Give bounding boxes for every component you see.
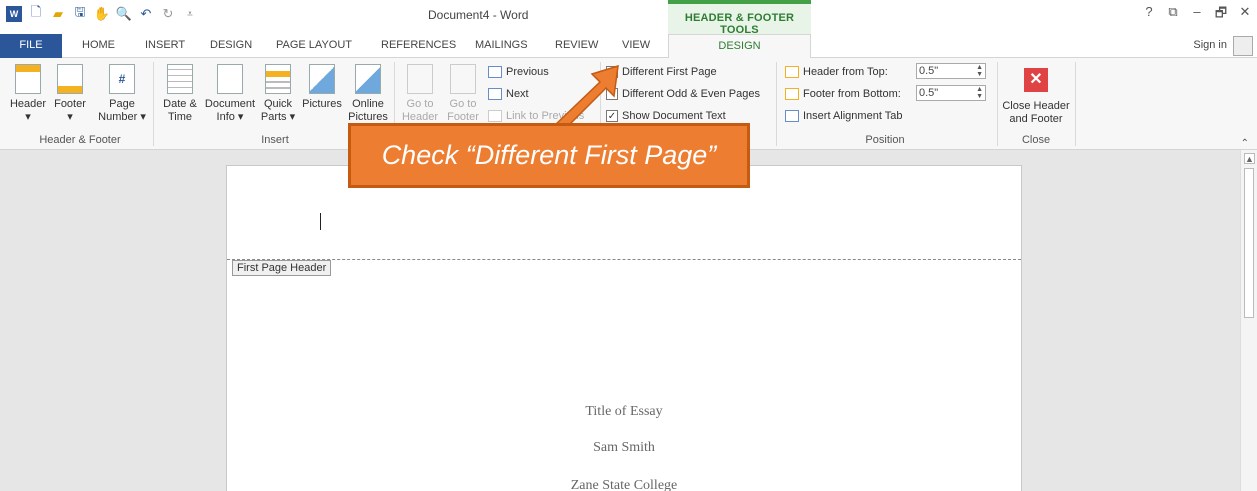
document-title: Document4 - Word	[428, 8, 529, 22]
pictures-button[interactable]: Pictures	[299, 64, 345, 111]
undo-icon[interactable]: ↶	[138, 6, 154, 22]
save-icon[interactable]: 🖫	[72, 4, 88, 22]
link-icon	[488, 110, 502, 122]
separator	[997, 62, 998, 146]
quick-access-toolbar: W 🗋 ▰ 🖫 ✋ 🔍 ↶ ↻ ⩡	[6, 4, 198, 22]
touch-mode-icon[interactable]: ✋	[94, 6, 110, 22]
separator	[1075, 62, 1076, 146]
document-info-icon	[217, 64, 243, 94]
restore-icon[interactable]: 🗗	[1209, 4, 1233, 26]
group-label-position: Position	[865, 134, 905, 146]
ribbon-display-icon[interactable]: ⧉	[1161, 4, 1185, 26]
scroll-up-icon[interactable]: ▲	[1244, 153, 1255, 164]
online-pictures-button[interactable]: Online Pictures	[346, 64, 390, 124]
go-to-footer-button[interactable]: Go to Footer	[443, 64, 483, 124]
quick-parts-button[interactable]: Quick Parts ▾	[258, 64, 298, 124]
footer-icon	[57, 64, 83, 94]
vertical-scrollbar[interactable]: ▲	[1240, 150, 1257, 491]
document-page[interactable]: First Page Header Title of Essay Sam Smi…	[226, 165, 1022, 491]
window-controls: ? ⧉ – 🗗 ✕	[1137, 4, 1257, 26]
different-first-page-checkbox[interactable]: ✓ Different First Page	[606, 64, 717, 80]
first-page-header-tag: First Page Header	[232, 260, 332, 276]
tab-design[interactable]: DESIGN	[210, 39, 252, 51]
collapse-ribbon-icon[interactable]: ⌃	[1241, 138, 1249, 149]
close-x-icon: ✕	[1024, 68, 1048, 92]
title-bar: W 🗋 ▰ 🖫 ✋ 🔍 ↶ ↻ ⩡ Document4 - Word HEADE…	[0, 0, 1257, 36]
group-label-close: Close	[1021, 134, 1051, 146]
tab-view[interactable]: VIEW	[622, 39, 650, 51]
separator	[776, 62, 777, 146]
date-time-button[interactable]: Date & Time	[158, 64, 202, 124]
redo-icon[interactable]: ↻	[160, 6, 176, 22]
tab-mailings[interactable]: MAILINGS	[475, 39, 528, 51]
customize-toolbar-icon[interactable]: ⩡	[182, 6, 198, 22]
sign-in-link[interactable]: Sign in	[1193, 39, 1227, 51]
calendar-clock-icon	[167, 64, 193, 94]
avatar[interactable]	[1233, 36, 1253, 56]
ribbon-tabs: FILE HOME INSERT DESIGN PAGE LAYOUT REFE…	[0, 34, 1257, 59]
essay-institution: Zane State College	[570, 478, 678, 491]
online-pictures-icon	[355, 64, 381, 94]
header-from-top-label: Header from Top:	[785, 64, 888, 80]
separator	[153, 62, 154, 146]
text-cursor	[320, 213, 321, 230]
next-button[interactable]: Next	[488, 86, 529, 102]
tab-references[interactable]: REFERENCES	[381, 39, 456, 51]
tab-review[interactable]: REVIEW	[555, 39, 598, 51]
footer-from-bottom-input[interactable]: 0.5" ▲ ▼	[916, 85, 986, 101]
essay-author: Sam Smith	[593, 440, 655, 455]
pictures-icon	[309, 64, 335, 94]
footer-button[interactable]: Footer ▾	[50, 64, 90, 124]
help-icon[interactable]: ?	[1137, 4, 1161, 26]
tab-insert[interactable]: INSERT	[145, 39, 185, 51]
go-to-footer-icon	[450, 64, 476, 94]
header-position-icon	[785, 66, 799, 78]
scroll-thumb[interactable]	[1244, 168, 1254, 318]
page-number-icon: #	[109, 64, 135, 94]
contextual-tab-title: HEADER & FOOTER TOOLS	[668, 0, 811, 36]
go-to-header-button[interactable]: Go to Header	[400, 64, 440, 124]
close-header-footer-button[interactable]: ✕ Close Header and Footer	[1000, 64, 1072, 126]
tab-home[interactable]: HOME	[82, 39, 115, 51]
show-document-text-checkbox[interactable]: ✓ Show Document Text	[606, 108, 726, 124]
header-button[interactable]: Header ▾	[8, 64, 48, 124]
footer-position-icon	[785, 88, 799, 100]
page-number-button[interactable]: # Page Number ▾	[96, 64, 148, 124]
tab-header-footer-design[interactable]: DESIGN	[668, 34, 811, 59]
previous-section-icon	[488, 66, 502, 78]
open-folder-icon[interactable]: ▰	[50, 6, 66, 22]
quick-parts-icon	[265, 64, 291, 94]
next-section-icon	[488, 88, 502, 100]
header-boundary-line	[227, 259, 1021, 260]
essay-title: Title of Essay	[585, 404, 663, 419]
group-label-insert: Insert	[261, 134, 289, 146]
group-label-header-footer: Header & Footer	[39, 134, 121, 146]
different-odd-even-checkbox[interactable]: Different Odd & Even Pages	[606, 86, 760, 102]
close-icon[interactable]: ✕	[1233, 4, 1257, 26]
word-app-icon[interactable]: W	[6, 6, 22, 22]
go-to-header-icon	[407, 64, 433, 94]
footer-from-bottom-label: Footer from Bottom:	[785, 86, 901, 102]
instruction-callout: Check “Different First Page”	[348, 123, 750, 188]
insert-alignment-tab-button[interactable]: Insert Alignment Tab	[785, 108, 902, 124]
spinner-arrows-icon[interactable]: ▲ ▼	[976, 86, 983, 100]
tab-page-layout[interactable]: PAGE LAYOUT	[276, 39, 352, 51]
new-document-icon[interactable]: 🗋	[28, 4, 44, 22]
header-from-top-input[interactable]: 0.5" ▲ ▼	[916, 63, 986, 79]
document-info-button[interactable]: Document Info ▾	[202, 64, 258, 124]
spinner-arrows-icon[interactable]: ▲ ▼	[976, 64, 983, 78]
header-icon	[15, 64, 41, 94]
tab-file[interactable]: FILE	[0, 34, 62, 58]
minimize-icon[interactable]: –	[1185, 4, 1209, 26]
print-preview-icon[interactable]: 🔍	[116, 6, 132, 22]
document-area: First Page Header Title of Essay Sam Smi…	[0, 150, 1257, 491]
alignment-tab-icon	[785, 110, 799, 122]
